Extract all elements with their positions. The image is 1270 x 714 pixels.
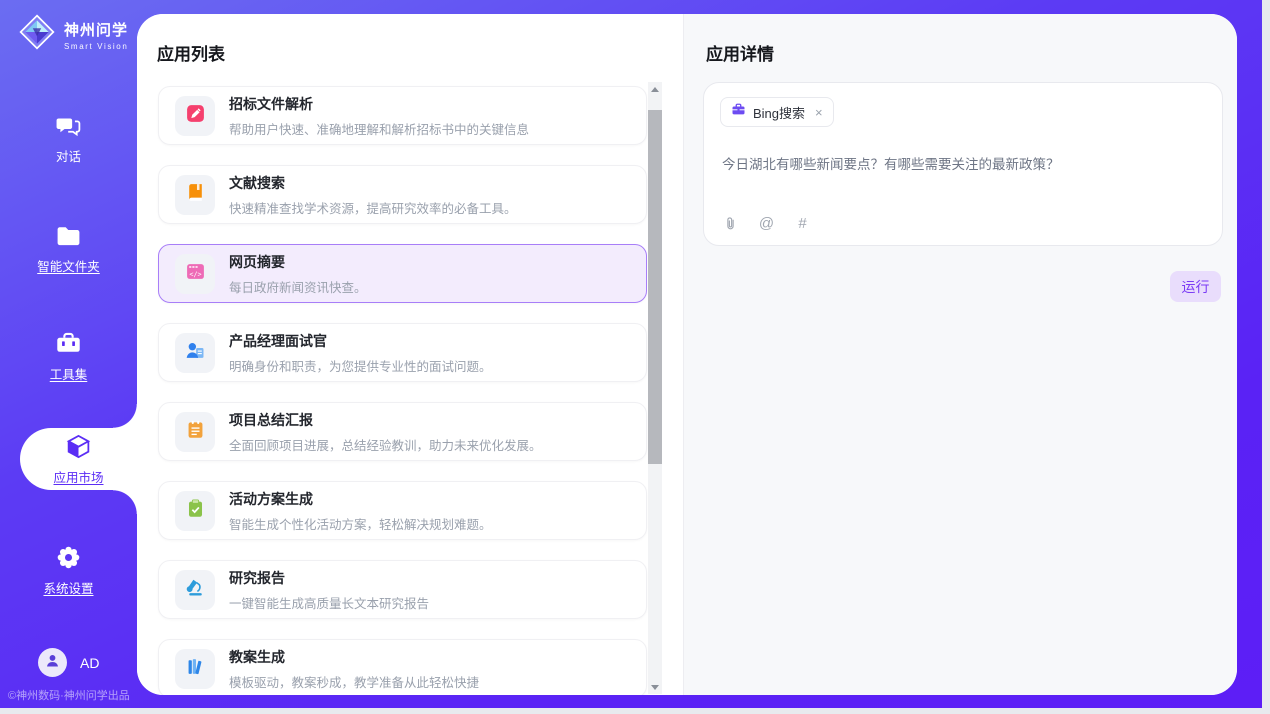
app-detail-title: 应用详情 <box>706 40 774 65</box>
app-card-tile <box>175 333 215 373</box>
notepad-icon <box>185 419 206 445</box>
app-card[interactable]: 研究报告一键智能生成高质量长文本研究报告 <box>158 560 647 619</box>
brand-subtitle: Smart Vision <box>64 42 128 51</box>
close-icon[interactable]: × <box>815 106 823 119</box>
app-card-tile <box>175 412 215 452</box>
sidebar: 神州问学 Smart Vision 对话智能文件夹工具集应用市场系统设置 AD … <box>0 0 137 708</box>
app-card[interactable]: </> 网页摘要每日政府新闻资讯快查。 <box>158 244 647 303</box>
brand-text: 神州问学 Smart Vision <box>64 19 128 51</box>
sidebar-footer: ©神州数码·神州问学出品 <box>8 687 130 703</box>
tool-chip-label: Bing搜索 <box>753 103 805 122</box>
toolbox-icon <box>55 330 82 357</box>
app-card-desc: 模板驱动，教案秒成，教学准备从此轻松快捷 <box>229 672 479 691</box>
sidebar-item-label: 对话 <box>56 146 81 165</box>
sidebar-item-label: 智能文件夹 <box>37 256 100 275</box>
app-card-desc: 智能生成个性化活动方案，轻松解决规划难题。 <box>229 514 492 533</box>
app-card-title: 招标文件解析 <box>229 94 529 114</box>
brand-logo: 神州问学 Smart Vision <box>18 13 128 56</box>
app-card-desc: 一键智能生成高质量长文本研究报告 <box>229 593 429 612</box>
app-card[interactable]: 招标文件解析帮助用户快速、准确地理解和解析招标书中的关键信息 <box>158 86 647 145</box>
svg-text:</>: </> <box>189 270 201 278</box>
app-card-tile <box>175 570 215 610</box>
sidebar-item-folders[interactable]: 智能文件夹 <box>0 222 137 275</box>
sidebar-item-tools[interactable]: 工具集 <box>0 330 137 383</box>
person-document-icon <box>185 340 206 366</box>
scrollbar-thumb[interactable] <box>648 110 662 464</box>
tool-chip-bing-search[interactable]: Bing搜索 × <box>720 97 834 127</box>
folder-icon <box>55 222 82 249</box>
prompt-input-card[interactable]: Bing搜索 × 今日湖北有哪些新闻要点？有哪些需要关注的最新政策？ @# <box>703 82 1223 246</box>
browser-code-icon: </> <box>185 261 206 287</box>
app-card-title: 项目总结汇报 <box>229 410 542 430</box>
app-card-title: 研究报告 <box>229 568 429 588</box>
app-card-list: 招标文件解析帮助用户快速、准确地理解和解析招标书中的关键信息文献搜索快速精准查找… <box>158 86 647 695</box>
paperclip-icon[interactable] <box>722 215 739 232</box>
scroll-down-icon[interactable] <box>648 680 662 694</box>
input-toolbar: @# <box>722 215 811 232</box>
app-card-tile <box>175 96 215 136</box>
app-card-title: 网页摘要 <box>229 252 367 272</box>
user-name: AD <box>80 655 99 671</box>
user-avatar-icon <box>44 652 61 674</box>
mention-icon[interactable]: @ <box>758 215 775 232</box>
books-icon <box>185 656 206 682</box>
sidebar-item-settings[interactable]: 系统设置 <box>0 544 137 597</box>
app-card-title: 教案生成 <box>229 647 479 667</box>
app-detail-panel: 应用详情 Bing搜索 × 今日湖北有哪些新闻要点？有哪些需要关注的最新政策？ … <box>683 14 1237 695</box>
app-card-desc: 快速精准查找学术资源，提高研究效率的必备工具。 <box>229 198 517 217</box>
app-list-title: 应用列表 <box>157 40 225 65</box>
gem-diamond-icon <box>18 13 56 56</box>
run-button[interactable]: 运行 <box>1170 271 1221 302</box>
sidebar-item-label: 系统设置 <box>43 578 93 597</box>
app-window: 神州问学 Smart Vision 对话智能文件夹工具集应用市场系统设置 AD … <box>0 0 1270 714</box>
app-card[interactable]: 项目总结汇报全面回顾项目进展，总结经验教训，助力未来优化发展。 <box>158 402 647 461</box>
gear-icon <box>55 544 82 571</box>
app-card-tile <box>175 175 215 215</box>
brand-name: 神州问学 <box>64 19 128 40</box>
sidebar-item-label: 应用市场 <box>53 467 103 486</box>
app-card[interactable]: 教案生成模板驱动，教案秒成，教学准备从此轻松快捷 <box>158 639 647 695</box>
list-scrollbar[interactable] <box>648 82 662 694</box>
app-card[interactable]: 活动方案生成智能生成个性化活动方案，轻松解决规划难题。 <box>158 481 647 540</box>
sidebar-item-chat[interactable]: 对话 <box>0 112 137 165</box>
main-content: 应用列表 招标文件解析帮助用户快速、准确地理解和解析招标书中的关键信息文献搜索快… <box>137 14 1237 695</box>
app-card-desc: 全面回顾项目进展，总结经验教训，助力未来优化发展。 <box>229 435 542 454</box>
research-icon <box>185 577 206 603</box>
app-card-desc: 明确身份和职责，为您提供专业性的面试问题。 <box>229 356 492 375</box>
pen-document-icon <box>185 103 206 129</box>
cube-icon <box>65 433 92 460</box>
clipboard-check-icon <box>185 498 206 524</box>
hash-icon[interactable]: # <box>794 215 811 232</box>
app-card-title: 活动方案生成 <box>229 489 492 509</box>
app-card-title: 产品经理面试官 <box>229 331 492 351</box>
query-text[interactable]: 今日湖北有哪些新闻要点？有哪些需要关注的最新政策？ <box>722 155 1202 175</box>
briefcase-icon <box>731 102 746 122</box>
app-card-tile <box>175 491 215 531</box>
app-card-desc: 每日政府新闻资讯快查。 <box>229 277 367 296</box>
chat-icon <box>55 112 82 139</box>
book-icon <box>185 182 206 208</box>
sidebar-item-market[interactable]: 应用市场 <box>20 428 137 490</box>
scroll-up-icon[interactable] <box>648 82 662 96</box>
avatar <box>38 648 67 677</box>
app-card-tile: </> <box>175 254 215 294</box>
app-card[interactable]: 文献搜索快速精准查找学术资源，提高研究效率的必备工具。 <box>158 165 647 224</box>
sidebar-item-label: 工具集 <box>50 364 88 383</box>
app-card-title: 文献搜索 <box>229 173 517 193</box>
user-row[interactable]: AD <box>38 648 99 677</box>
app-card-tile <box>175 649 215 689</box>
app-card[interactable]: 产品经理面试官明确身份和职责，为您提供专业性的面试问题。 <box>158 323 647 382</box>
app-list-panel: 应用列表 招标文件解析帮助用户快速、准确地理解和解析招标书中的关键信息文献搜索快… <box>137 14 683 695</box>
app-card-desc: 帮助用户快速、准确地理解和解析招标书中的关键信息 <box>229 119 529 138</box>
